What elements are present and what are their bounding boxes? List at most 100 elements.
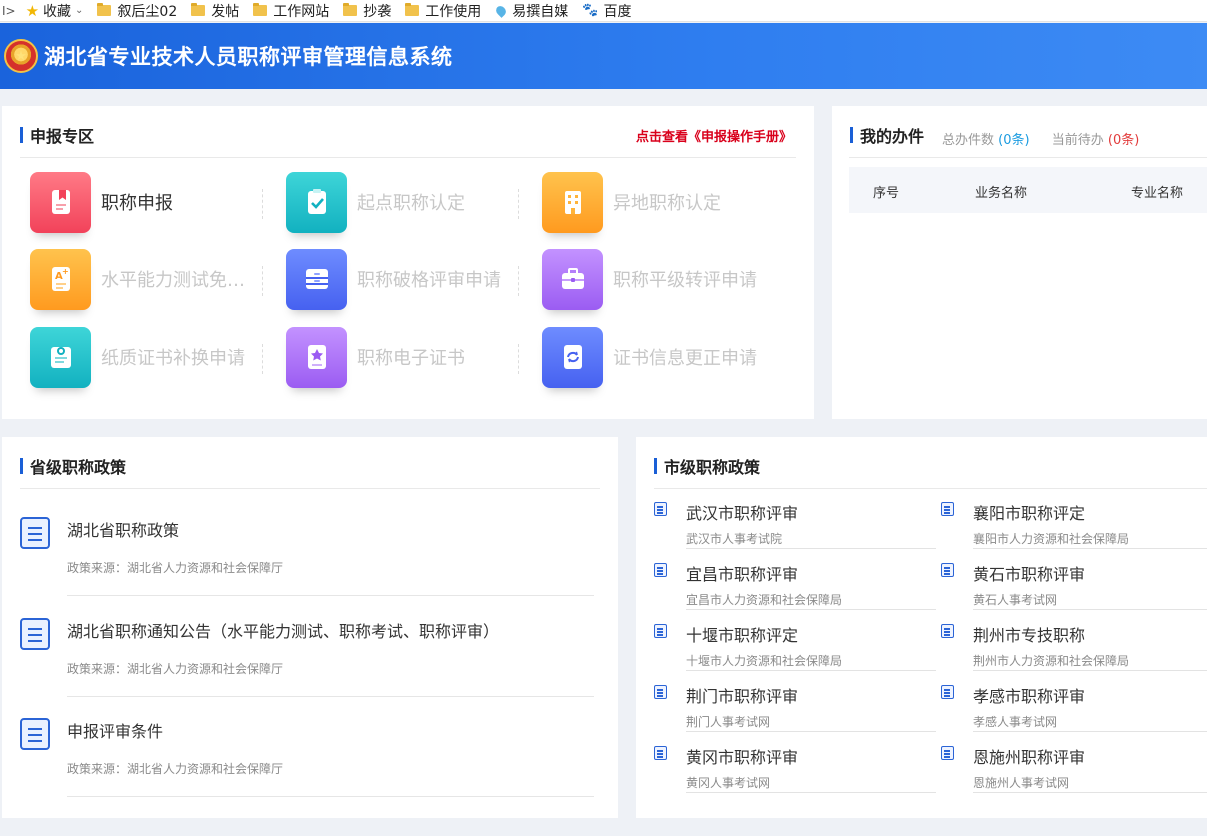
city-source: 黄石人事考试网 (973, 593, 1058, 607)
divider (686, 548, 936, 549)
city-title: 荆州市专技职称 (973, 626, 1086, 645)
bookmark-label: 易撰自媒 (512, 3, 569, 20)
city-title: 荆门市职称评审 (686, 687, 799, 706)
city-policy-item[interactable]: 荆门市职称评审 荆门人事考试网 (636, 683, 936, 737)
apply-item-exceptional-review[interactable]: 职称破格评审申请 (286, 248, 536, 310)
city-title: 武汉市职称评审 (686, 504, 799, 523)
divider (262, 189, 263, 219)
city-title: 襄阳市职称评定 (973, 504, 1086, 523)
apply-item-lateral-transfer[interactable]: 职称平级转评申请 (542, 248, 792, 310)
document-icon (654, 685, 667, 699)
bookmark-label: 工作网站 (273, 3, 330, 20)
bookmark-folder[interactable]: 发帖 (191, 1, 239, 21)
policy-source: 政策来源：湖北省人力资源和社会保障厅 (67, 561, 284, 575)
apply-item-e-certificate[interactable]: 职称电子证书 (286, 326, 536, 388)
divider (262, 266, 263, 296)
city-policy-panel: 市级职称政策 武汉市职称评审 武汉市人事考试院 襄阳市职称评定 襄阳市人力资源和… (636, 437, 1207, 818)
expand-arrow-icon[interactable]: I> (2, 4, 16, 18)
divider (686, 792, 936, 793)
apply-item-label: 职称平级转评申请 (613, 270, 757, 291)
apply-item-certificate-correction[interactable]: 证书信息更正申请 (542, 326, 792, 388)
city-title: 十堰市职称评定 (686, 626, 799, 645)
apply-item-label: 异地职称认定 (613, 193, 721, 214)
divider (973, 792, 1207, 793)
divider (686, 731, 936, 732)
policy-title: 湖北省职称通知公告（水平能力测试、职称考试、职称评审） (67, 622, 500, 641)
bookmark-folder[interactable]: 抄袭 (343, 1, 391, 21)
city-policy-item[interactable]: 襄阳市职称评定 襄阳市人力资源和社会保障局 (923, 500, 1207, 554)
divider (20, 157, 796, 158)
city-policy-item[interactable]: 宜昌市职称评审 宜昌市人力资源和社会保障局 (636, 561, 936, 615)
city-policy-item[interactable]: 武汉市职称评审 武汉市人事考试院 (636, 500, 936, 554)
bookmarks-bar: I> ★ 收藏 ⌄ 叙后尘02 发帖 工作网站 抄袭 工作使用 易撰自媒 🐾 百度 (0, 0, 1207, 22)
column-header: 业务名称 (975, 186, 1028, 201)
bookmark-link[interactable]: 🐾 百度 (582, 1, 631, 21)
city-source: 荆州市人力资源和社会保障局 (973, 654, 1130, 668)
bookmark-favorites[interactable]: ★ 收藏 ⌄ (26, 1, 84, 21)
bookmark-folder[interactable]: 工作网站 (253, 1, 329, 21)
bookmark-label: 抄袭 (363, 3, 392, 20)
national-emblem-icon: ★ (4, 39, 38, 73)
city-policy-item[interactable]: 恩施州职称评审 恩施州人事考试网 (923, 744, 1207, 798)
column-header: 序号 (873, 186, 900, 201)
divider (973, 548, 1207, 549)
pending-count[interactable]: (0条) (1108, 133, 1139, 148)
total-count[interactable]: (0条) (998, 133, 1029, 148)
city-policy-item[interactable]: 十堰市职称评定 十堰市人力资源和社会保障局 (636, 622, 936, 676)
building-icon (542, 171, 603, 233)
divider (686, 670, 936, 671)
city-policy-item[interactable]: 黄冈市职称评审 黄冈人事考试网 (636, 744, 936, 798)
apply-item-remote-title[interactable]: 异地职称认定 (542, 171, 792, 233)
table-header: 序号 业务名称 专业名称 (849, 167, 1207, 213)
bookmark-label: 百度 (603, 3, 632, 20)
apply-item-test-exemption[interactable]: A + 水平能力测试免… (30, 248, 280, 310)
city-policy-item[interactable]: 黄石市职称评审 黄石人事考试网 (923, 561, 1207, 615)
bookmark-folder[interactable]: 叙后尘02 (97, 1, 177, 21)
policy-source: 政策来源：湖北省人力资源和社会保障厅 (67, 662, 284, 676)
baidu-paw-icon: 🐾 (582, 3, 599, 18)
city-title: 孝感市职称评审 (973, 687, 1086, 706)
briefcase-icon (542, 248, 603, 310)
apply-item-starting-title[interactable]: 起点职称认定 (286, 171, 536, 233)
city-source: 十堰市人力资源和社会保障局 (686, 654, 843, 668)
city-source: 襄阳市人力资源和社会保障局 (973, 532, 1130, 546)
city-source: 恩施州人事考试网 (973, 776, 1070, 790)
divider (973, 670, 1207, 671)
work-stats: 总办件数 (0条) 当前待办 (0条) (942, 129, 1139, 148)
bookmark-folder[interactable]: 工作使用 (405, 1, 481, 21)
city-policy-item[interactable]: 孝感市职称评审 孝感人事考试网 (923, 683, 1207, 737)
clipboard-check-icon (286, 171, 347, 233)
city-source: 荆门人事考试网 (686, 715, 771, 729)
bookmark-label: 工作使用 (425, 3, 482, 20)
pending-label: 当前待办 (1051, 133, 1104, 148)
panel-title: 我的办件 (850, 126, 924, 146)
divider (973, 609, 1207, 610)
apply-item-label: 职称电子证书 (357, 348, 465, 369)
city-policy-item[interactable]: 荆州市专技职称 荆州市人力资源和社会保障局 (923, 622, 1207, 676)
city-title: 黄石市职称评审 (973, 565, 1086, 584)
bookmark-link[interactable]: 易撰自媒 (494, 1, 569, 21)
document-icon (20, 618, 50, 650)
document-icon (654, 502, 667, 516)
divider (973, 731, 1207, 732)
pin-icon (494, 3, 509, 18)
apply-item-title-application[interactable]: 职称申报 (30, 171, 280, 233)
document-icon (941, 563, 954, 577)
system-title: 湖北省专业技术人员职称评审管理信息系统 (44, 45, 453, 69)
column-header: 专业名称 (1131, 186, 1184, 201)
city-title: 宜昌市职称评审 (686, 565, 799, 584)
city-source: 孝感人事考试网 (973, 715, 1058, 729)
divider (67, 595, 594, 596)
apply-item-paper-certificate[interactable]: 纸质证书补换申请 (30, 326, 280, 388)
manual-link[interactable]: 点击查看《申报操作手册》 (636, 126, 792, 145)
my-work-panel: 我的办件 总办件数 (0条) 当前待办 (0条) 序号 业务名称 专业名称 (832, 106, 1207, 419)
refresh-doc-icon (542, 326, 603, 388)
divider (518, 266, 519, 296)
document-icon (20, 517, 50, 549)
policy-source: 政策来源：湖北省人力资源和社会保障厅 (67, 762, 284, 776)
document-icon (941, 685, 954, 699)
city-title: 恩施州职称评审 (973, 748, 1086, 767)
panel-title: 省级职称政策 (20, 457, 126, 477)
svg-text:+: + (62, 267, 69, 276)
grade-a-plus-icon: A + (30, 248, 91, 310)
